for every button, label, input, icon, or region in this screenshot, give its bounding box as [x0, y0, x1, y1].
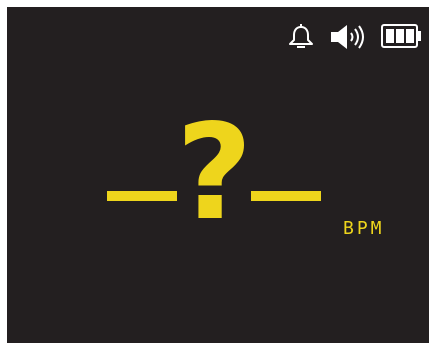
monitor-screen: ? BPM	[7, 7, 429, 343]
battery-icon	[381, 24, 421, 48]
speaker-icon[interactable]	[329, 23, 367, 51]
right-dash	[251, 191, 321, 201]
heart-rate-value: ?	[176, 96, 253, 250]
left-dash	[107, 191, 177, 201]
unit-label: BPM	[343, 218, 385, 239]
bell-icon[interactable]	[288, 23, 314, 51]
status-bar	[7, 7, 429, 67]
